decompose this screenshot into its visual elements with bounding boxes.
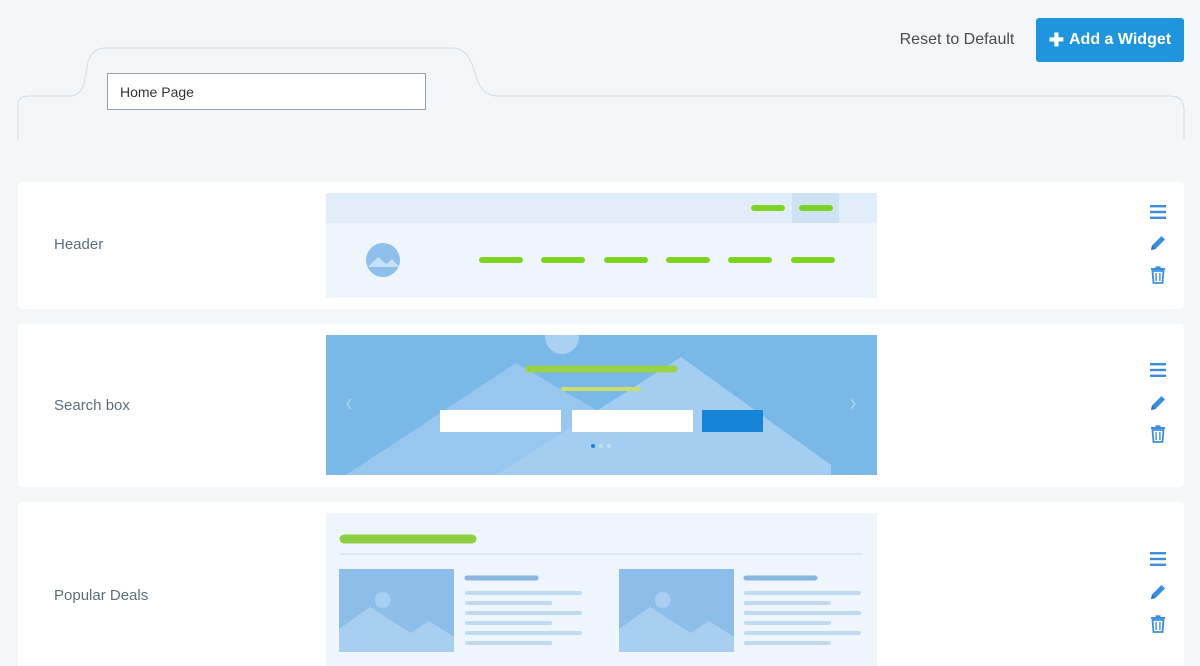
reorder-icon[interactable] [1148,549,1168,569]
popular-deals-preview [326,513,877,666]
widget-label: Header [54,236,104,253]
header-preview [326,193,877,298]
widget-label: Search box [54,397,130,414]
page-name-input[interactable] [107,73,426,110]
delete-icon[interactable] [1148,424,1168,444]
widget-row-popular-deals: Popular Deals [18,502,1184,666]
widget-label: Popular Deals [54,587,149,604]
edit-icon[interactable] [1148,233,1168,253]
widget-row-search-box: Search box [18,324,1184,487]
delete-icon[interactable] [1148,614,1168,634]
search-box-preview [326,335,877,475]
reorder-icon[interactable] [1148,202,1168,222]
edit-icon[interactable] [1148,582,1168,602]
reorder-icon[interactable] [1148,360,1168,380]
widget-row-header: Header [18,182,1184,309]
edit-icon[interactable] [1148,393,1168,413]
delete-icon[interactable] [1148,265,1168,285]
